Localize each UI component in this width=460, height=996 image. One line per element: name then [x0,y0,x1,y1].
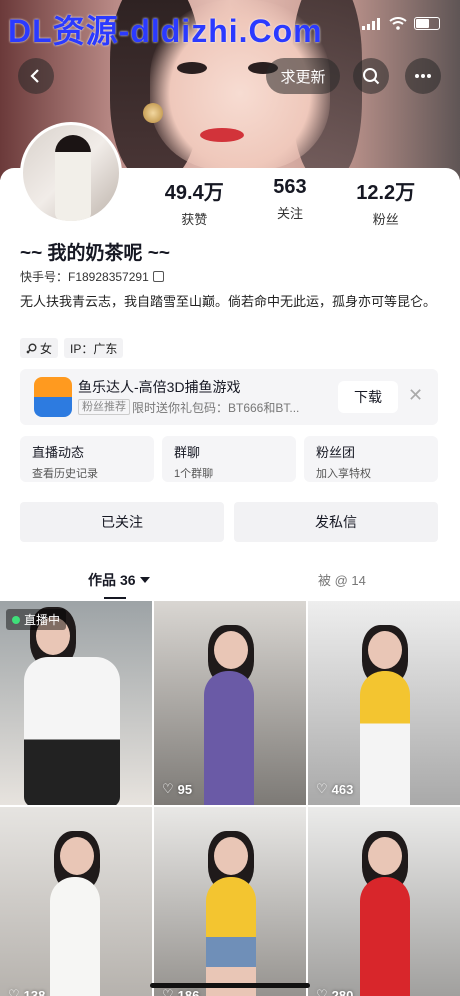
profile-stats: 49.4万 获赞 563 关注 12.2万 粉丝 [140,176,440,228]
heart-icon: ♡ [8,987,20,996]
stat-value: 563 [273,176,307,198]
stat-following[interactable]: 563 关注 [273,176,306,228]
stat-value: 49.4万 [164,182,224,204]
gender-tag: 女 [20,338,59,358]
kuaishou-id[interactable]: 快手号：F18928357291 [20,268,164,285]
like-count: ♡ 463 [316,781,354,797]
feature-subtitle: 加入享特权 [316,468,371,480]
profile-bio: 无人扶我青云志，我自踏雪至山巅。倘若命中无此运，孤身亦可等昆仑。 [20,294,437,309]
like-count: ♡ 280 [316,987,353,996]
ip-label: IP：广东 [70,341,118,356]
stat-label: 粉丝 [372,212,399,227]
video-thumbnail[interactable]: ♡ 280 [308,807,460,996]
promo-badge: 粉丝推荐 [78,399,130,415]
feature-title: 直播动态 [32,445,85,460]
profile-name: ~~ 我的奶茶呢 ~~ [20,243,170,264]
watermark: DL资源-dldizhi.Com [8,13,323,49]
close-icon[interactable]: ✕ [408,385,423,406]
video-thumbnail[interactable]: ♡ 186 [154,807,306,996]
feature-title: 群聊 [174,445,201,460]
tab-works-label: 作品 [88,572,116,588]
feature-subtitle: 查看历史记录 [32,468,98,480]
search-button[interactable] [353,58,389,94]
ip-tag: IP：广东 [64,338,124,358]
caret-down-icon [139,577,150,583]
send-message-button[interactable]: 发私信 [234,502,438,542]
more-button[interactable] [405,58,441,94]
signal-icon [362,17,382,30]
heart-icon: ♡ [316,987,328,996]
request-update-button[interactable]: 求更新 [266,58,340,94]
content-tabs: 作品 36 被 @ 14 [0,560,460,600]
female-icon [26,343,37,353]
heart-icon: ♡ [316,781,328,796]
followed-button[interactable]: 已关注 [20,502,224,542]
download-button[interactable]: 下载 [338,381,398,413]
group-chat-entry[interactable]: 群聊 1个群聊 [162,436,296,482]
copy-icon[interactable] [152,271,164,282]
feature-title: 粉丝团 [316,445,356,460]
video-grid: 直播中 ♡ 95 ♡ 463 ♡ 138 ♡ 186 ♡ 280 [0,601,460,996]
tab-indicator [104,597,126,599]
tab-works-count: 36 [120,572,136,588]
gender-label: 女 [40,341,53,356]
tab-mentions[interactable]: 被 @ 14 [318,570,366,589]
game-promo-card[interactable]: 鱼乐达人-高倍3D捕鱼游戏 粉丝推荐 限时送你礼包码：BT666和BT... 下… [20,369,438,425]
feature-subtitle: 1个群聊 [174,468,214,480]
stat-fans[interactable]: 12.2万 粉丝 [356,176,415,228]
live-label: 直播中 [24,613,61,627]
live-history-entry[interactable]: 直播动态 查看历史记录 [20,436,154,482]
like-count: ♡ 95 [162,781,193,797]
banner-earring [143,103,163,123]
kuaishou-id-text: 快手号：F18928357291 [20,270,149,284]
live-badge: 直播中 [6,609,67,630]
like-count: ♡ 186 [162,987,199,996]
stat-label: 关注 [276,206,303,221]
more-dots-icon [415,74,431,78]
promo-subtitle: 限时送你礼包码：BT666和BT... [132,401,300,415]
video-thumbnail[interactable]: ♡ 463 [308,601,460,805]
banner-eye [177,62,207,74]
video-thumbnail[interactable]: 直播中 [0,601,152,805]
like-count: ♡ 138 [8,987,45,996]
home-indicator[interactable] [150,983,310,988]
battery-icon [414,17,440,30]
promo-title: 鱼乐达人-高倍3D捕鱼游戏 [78,379,241,395]
stat-value: 12.2万 [356,182,416,204]
video-thumbnail[interactable]: ♡ 138 [0,807,152,996]
fan-club-entry[interactable]: 粉丝团 加入享特权 [304,436,438,482]
stat-label: 获赞 [181,212,208,227]
avatar[interactable] [20,122,122,224]
search-icon [363,68,380,85]
stat-likes[interactable]: 49.4万 获赞 [165,176,224,228]
video-thumbnail[interactable]: ♡ 95 [154,601,306,805]
heart-icon: ♡ [162,781,174,796]
game-app-icon [34,377,72,417]
back-button[interactable] [18,58,54,94]
chevron-left-icon [30,69,39,83]
heart-icon: ♡ [162,987,174,996]
banner-lips [200,128,244,142]
tab-works[interactable]: 作品 36 [88,570,150,590]
profile-tags: 女 IP：广东 [20,338,124,358]
status-bar [362,17,440,30]
wifi-icon [389,17,407,30]
